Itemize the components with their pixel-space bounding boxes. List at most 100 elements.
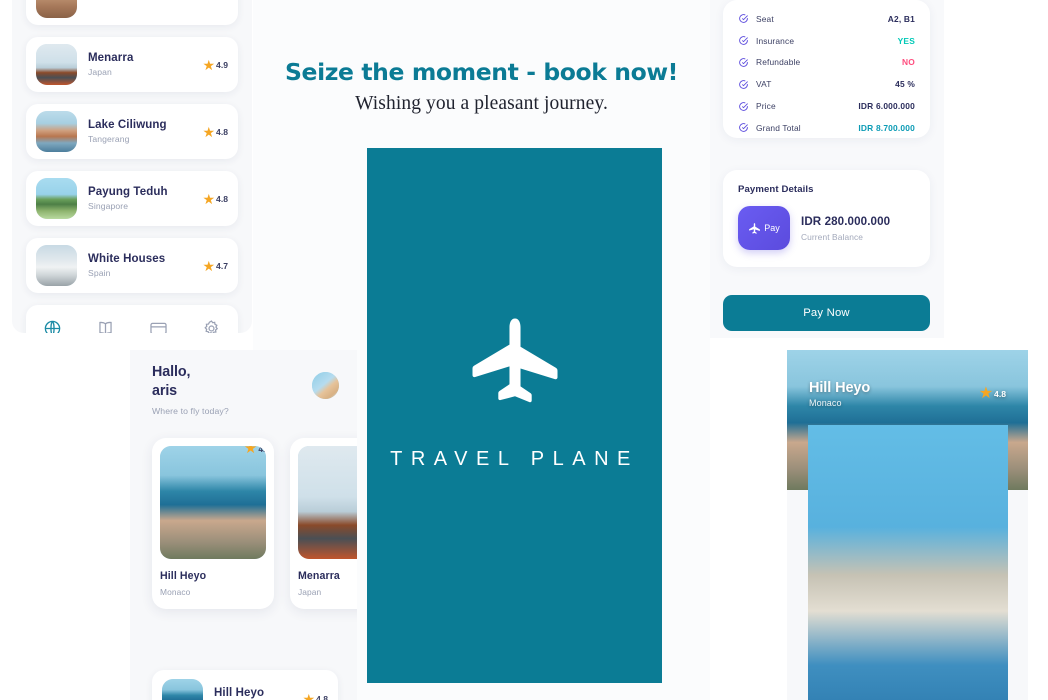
summary-value: A2, B1 <box>887 13 915 24</box>
booking-payment-panel: Seat A2, B1 Insurance YES Refundable NO <box>710 0 944 338</box>
promo-subheadline: Wishing you a pleasant journey. <box>355 93 608 114</box>
check-circle-icon <box>739 123 748 133</box>
list-item-title: Lake Ciliwung <box>88 119 167 131</box>
detail-title: Hill Heyo <box>809 380 871 396</box>
list-item-payung-teduh[interactable]: Payung Teduh Singapore ★ 4.8 <box>26 171 238 226</box>
star-icon: ★ <box>202 56 216 73</box>
summary-value: NO <box>902 57 915 68</box>
star-icon: ★ <box>202 257 216 274</box>
detail-sheet: About Monaco Hill, juga dikenal sebagai … <box>808 425 1008 700</box>
rating-value: 4.8 <box>258 446 266 454</box>
gear-icon <box>204 319 219 333</box>
check-circle-icon <box>739 101 748 111</box>
home-screen-panel: Hallo, aris Where to fly today? ★ 4.8 Hi… <box>130 350 357 700</box>
summary-row-price: Price IDR 6.000.000 <box>738 95 915 117</box>
destination-location: Monaco <box>160 587 191 597</box>
summary-label: Seat <box>756 13 774 24</box>
summary-row-insurance: Insurance YES <box>738 30 915 52</box>
summary-label: Grand Total <box>756 122 801 133</box>
summary-value: IDR 6.000.000 <box>858 101 915 112</box>
rating-badge: ★ 4.8 <box>244 446 266 456</box>
place-detail-panel: Hill Heyo Monaco ★ 4.8 About Monaco Hill… <box>787 350 1028 700</box>
rating: ★ 4.7 <box>202 259 228 273</box>
rating: ★ 4.8 <box>302 692 328 700</box>
list-item-location: Tangerang <box>88 134 130 144</box>
list-item-location <box>88 0 228 10</box>
list-thumbnail <box>162 678 203 700</box>
nav-globe[interactable] <box>36 311 70 333</box>
star-icon: ★ <box>978 385 994 402</box>
nav-card[interactable] <box>142 311 176 333</box>
detail-location: Monaco <box>809 398 842 408</box>
check-circle-icon <box>739 36 748 46</box>
check-circle-icon <box>739 14 748 24</box>
payment-balance-row: Pay IDR 280.000.000 Current Balance <box>738 206 915 250</box>
check-circle-icon <box>739 79 748 89</box>
summary-value: IDR 8.700.000 <box>858 122 915 133</box>
rating: ★ 4.8 <box>202 192 228 206</box>
destination-card-hill-heyo[interactable]: ★ 4.8 Hill Heyo Monaco <box>152 438 274 609</box>
summary-row-grand-total: Grand Total IDR 8.700.000 <box>738 117 915 139</box>
star-icon: ★ <box>302 691 316 700</box>
balance-amount: IDR 280.000.000 <box>801 214 891 228</box>
summary-label: Insurance <box>756 35 795 46</box>
list-item-location: Japan <box>88 67 112 77</box>
pay-now-button[interactable]: Pay Now <box>723 295 930 331</box>
list-item-hill-heyo[interactable]: Hill Heyo Monaco ★ 4.8 <box>152 670 338 700</box>
rating-value: 4.7 <box>216 260 228 271</box>
rating-value: 4.8 <box>216 126 228 137</box>
list-thumbnail <box>36 111 77 152</box>
list-item-title: Menarra <box>88 52 134 64</box>
list-item-menarra[interactable]: Menarra Japan ★ 4.9 <box>26 37 238 92</box>
globe-icon <box>44 320 61 333</box>
airplane-icon <box>472 318 557 403</box>
detail-rating: ★ 4.8 <box>979 386 1006 402</box>
booking-summary-card: Seat A2, B1 Insurance YES Refundable NO <box>723 0 930 138</box>
summary-row-refundable: Refundable NO <box>738 52 915 74</box>
destination-card-menarra[interactable]: ★ 4.8 Menarra Japan <box>290 438 357 609</box>
app-screenshot: Menarra Japan ★ 4.9 Lake Ciliwung Tanger… <box>0 0 1048 700</box>
balance-block: IDR 280.000.000 Current Balance <box>801 215 890 242</box>
pay-method-button[interactable]: Pay <box>738 206 790 250</box>
list-item-location: Spain <box>88 268 111 278</box>
check-circle-icon <box>739 58 748 67</box>
rating-value: 4.8 <box>316 694 328 700</box>
rating-value: 4.8 <box>216 193 228 204</box>
destination-image: ★ 4.8 <box>160 446 266 559</box>
photo-thumbnail[interactable] <box>808 425 1008 700</box>
nav-book[interactable] <box>89 311 123 333</box>
rating-value: 4.8 <box>994 389 1006 399</box>
travel-poster: TRAVEL PLANE <box>367 148 662 683</box>
star-icon: ★ <box>202 190 216 207</box>
list-thumbnail <box>36 178 77 219</box>
nav-settings[interactable] <box>195 311 229 333</box>
destination-list-panel: Menarra Japan ★ 4.9 Lake Ciliwung Tanger… <box>12 0 252 333</box>
destination-image: ★ 4.8 <box>298 446 357 559</box>
star-icon: ★ <box>243 446 258 457</box>
destination-name: Hill Heyo <box>160 570 207 582</box>
list-item-title: Hill Heyo <box>214 686 265 699</box>
airplane-icon <box>749 222 761 234</box>
destination-location: Japan <box>298 587 322 597</box>
summary-row-seat: Seat A2, B1 <box>738 8 915 30</box>
list-thumbnail <box>36 0 77 18</box>
payment-details-card: Payment Details Pay IDR 280.000.000 Curr… <box>723 170 930 267</box>
greeting-block: Hallo, aris Where to fly today? <box>130 350 357 416</box>
list-item-title: Payung Teduh <box>88 186 168 198</box>
rating: ★ 4.9 <box>202 58 228 72</box>
payment-details-title: Payment Details <box>738 184 814 195</box>
summary-label: Price <box>756 101 776 112</box>
list-item-lake-ciliwung[interactable]: Lake Ciliwung Tangerang ★ 4.8 <box>26 104 238 159</box>
star-icon: ★ <box>202 123 216 140</box>
rating: ★ 4.8 <box>202 125 228 139</box>
promo-header: Seize the moment - book now! Wishing you… <box>253 0 710 115</box>
avatar[interactable] <box>312 372 339 399</box>
list-thumbnail <box>36 245 77 286</box>
summary-label: Refundable <box>756 57 801 68</box>
list-item-location: Singapore <box>88 201 129 211</box>
home-recent-list: Hill Heyo Monaco ★ 4.8 <box>152 670 338 700</box>
summary-value: 45 % <box>895 79 915 90</box>
list-item[interactable] <box>26 0 238 25</box>
list-item-white-houses[interactable]: White Houses Spain ★ 4.7 <box>26 238 238 293</box>
photos-row <box>808 425 1008 700</box>
